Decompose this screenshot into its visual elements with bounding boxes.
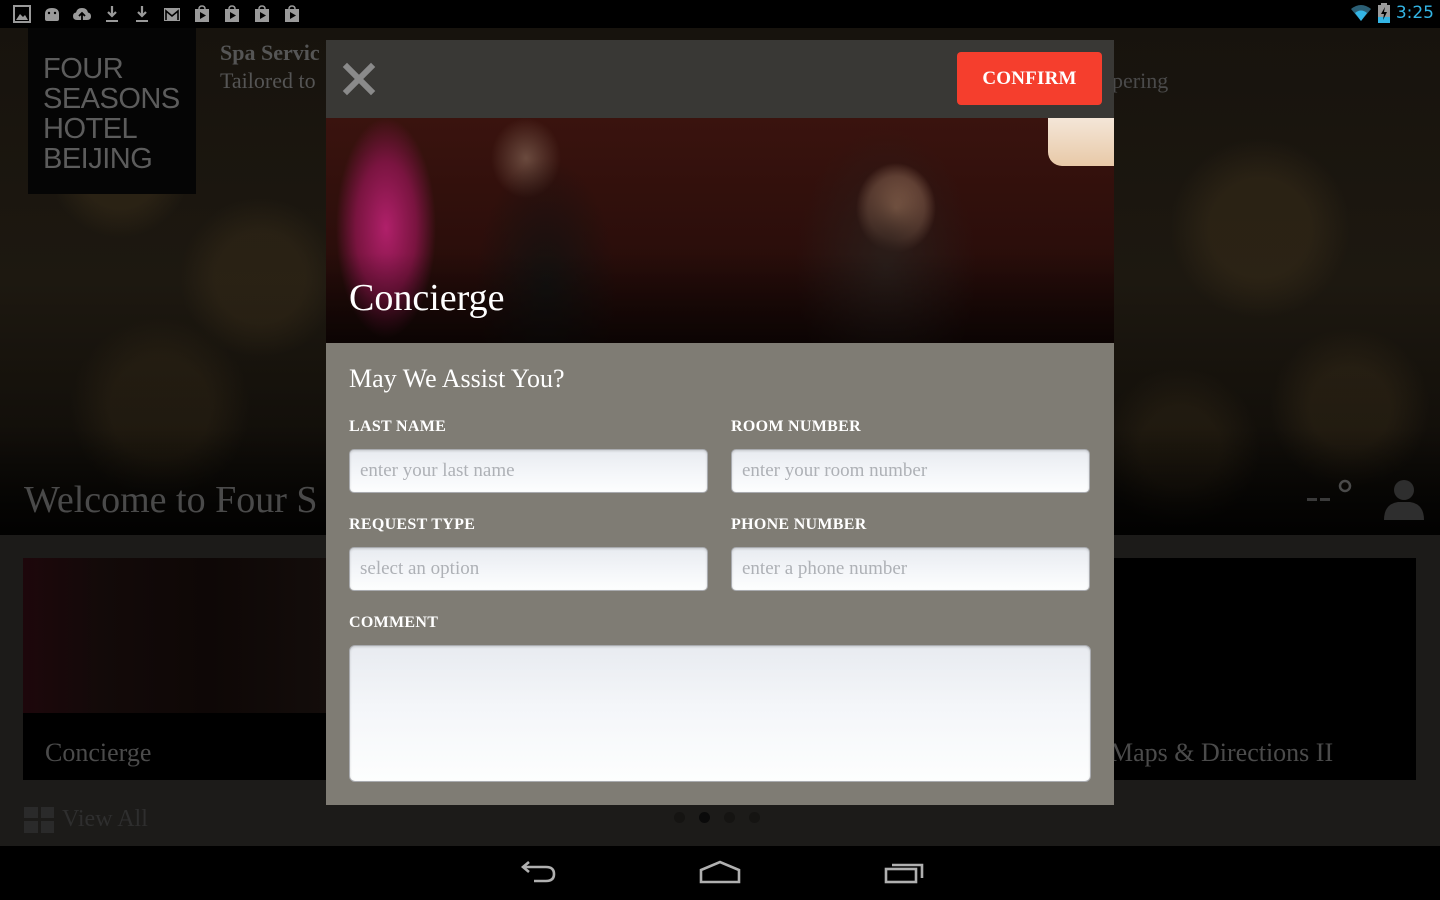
welcome-heading: Welcome to Four S xyxy=(24,479,318,521)
room-number-input[interactable] xyxy=(731,449,1090,493)
download-icon xyxy=(106,6,118,22)
page-indicator xyxy=(674,812,760,823)
grid-icon xyxy=(24,806,54,833)
page-dot[interactable] xyxy=(749,812,760,823)
view-all-link[interactable]: View All xyxy=(24,806,148,833)
status-bar: 3:25 xyxy=(0,0,1440,28)
weather-readout-icon xyxy=(1307,479,1352,501)
tile-label: Concierge xyxy=(45,738,152,767)
recent-apps-icon[interactable] xyxy=(882,858,926,886)
battery-charging-icon xyxy=(1377,3,1390,23)
view-all-label: View All xyxy=(62,806,148,832)
notification-icons xyxy=(12,4,302,24)
cloud-upload-icon xyxy=(73,8,91,21)
play-store-icon xyxy=(285,5,299,22)
logo-line: SEASONS xyxy=(43,83,180,115)
system-status: 3:25 xyxy=(1350,3,1434,23)
promo-subtitle-tail: pering xyxy=(1112,68,1169,93)
lamp-shade xyxy=(1048,118,1114,166)
download-icon xyxy=(136,6,148,22)
promo-title: Spa Servic xyxy=(220,40,320,65)
hotel-logo: FOUR SEASONS HOTEL BEIJING xyxy=(28,28,196,194)
request-type-select[interactable]: select an option xyxy=(349,547,708,591)
back-icon[interactable] xyxy=(516,858,560,886)
logo-line: HOTEL xyxy=(43,113,138,145)
system-nav-bar xyxy=(0,846,1440,900)
request-type-placeholder: select an option xyxy=(360,558,480,579)
tile-maps-directions[interactable]: Maps & Directions II xyxy=(1108,558,1416,780)
phone-number-input[interactable] xyxy=(731,547,1090,591)
play-store-icon xyxy=(225,5,239,22)
play-store-icon xyxy=(195,5,209,22)
page-dot[interactable] xyxy=(674,812,685,823)
logo-line: FOUR xyxy=(43,53,124,85)
tile-label: Maps & Directions II xyxy=(1110,738,1334,767)
page-dot[interactable] xyxy=(724,812,735,823)
request-type-label: REQUEST TYPE xyxy=(349,516,476,533)
promo-subtitle: Tailored to xyxy=(220,68,316,93)
comment-textarea[interactable] xyxy=(349,645,1091,782)
phone-number-label: PHONE NUMBER xyxy=(731,516,867,533)
play-store-icon xyxy=(255,5,269,22)
profile-icon[interactable] xyxy=(1380,474,1428,522)
tile-concierge[interactable]: Concierge xyxy=(23,558,333,780)
clock: 3:25 xyxy=(1395,3,1434,23)
last-name-input[interactable] xyxy=(349,449,708,493)
banner-title: Concierge xyxy=(349,277,505,319)
tile-photo xyxy=(23,558,333,713)
gallery-icon xyxy=(13,5,31,23)
page-dot-active[interactable] xyxy=(699,812,710,823)
home-icon[interactable] xyxy=(698,858,742,886)
concierge-banner: Concierge xyxy=(326,118,1114,343)
android-icon xyxy=(45,8,59,21)
wifi-icon xyxy=(1350,5,1371,21)
dialog-header: CONFIRM xyxy=(326,40,1114,118)
confirm-button[interactable]: CONFIRM xyxy=(957,52,1102,105)
concierge-request-dialog: CONFIRM Concierge May We Assist You? LAS… xyxy=(326,40,1114,805)
logo-line: BEIJING xyxy=(43,143,153,175)
comment-label: COMMENT xyxy=(349,614,439,631)
gmail-icon xyxy=(164,8,180,21)
last-name-label: LAST NAME xyxy=(349,418,447,435)
form-title: May We Assist You? xyxy=(349,364,565,393)
room-number-label: ROOM NUMBER xyxy=(731,418,861,435)
close-icon[interactable] xyxy=(342,62,376,96)
